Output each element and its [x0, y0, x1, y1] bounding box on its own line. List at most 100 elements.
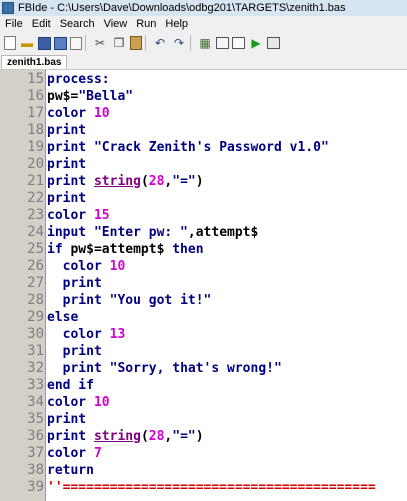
code-token: ) — [195, 174, 204, 189]
menu-file[interactable]: File — [0, 18, 27, 30]
menu-help[interactable]: Help — [160, 18, 192, 30]
toolbar: ▬ ✂ ❐ ↶ ↷ ▦ ▶ — [0, 32, 407, 55]
line-number: 22 — [27, 190, 44, 206]
line-number: 38 — [27, 462, 44, 478]
line-number: 35 — [27, 411, 44, 427]
code-text: print — [47, 275, 102, 292]
code-line: 39 ''====================================… — [0, 479, 407, 496]
menu-search[interactable]: Search — [55, 18, 99, 30]
code-line: 15 process: — [0, 71, 407, 88]
code-line: 18 print — [0, 122, 407, 139]
code-line: 24 input "Enter pw: ",attempt$ — [0, 224, 407, 241]
code-text: print — [47, 343, 102, 360]
code-line: 31 print — [0, 343, 407, 360]
undo-icon[interactable]: ↶ — [152, 35, 168, 51]
menu-run[interactable]: Run — [131, 18, 160, 30]
compile-run-icon[interactable] — [216, 37, 229, 49]
save-all-icon[interactable] — [54, 36, 67, 50]
quick-run-icon[interactable] — [267, 37, 280, 49]
code-line: 37 color 7 — [0, 445, 407, 462]
code-token: if — [47, 242, 71, 257]
line-number: 34 — [27, 394, 44, 410]
menu-bar: File Edit Search View Run Help — [0, 16, 407, 32]
code-token: print — [62, 293, 110, 308]
code-token: print — [47, 123, 87, 138]
code-token: ( — [140, 174, 149, 189]
code-token: print — [47, 429, 94, 444]
line-number: 18 — [27, 122, 44, 138]
code-token: color — [47, 106, 94, 121]
compile-icon[interactable]: ▦ — [197, 35, 213, 51]
new-file-icon[interactable] — [4, 36, 16, 50]
code-token: print — [47, 157, 87, 172]
paste-icon[interactable] — [130, 36, 142, 50]
line-number: 24 — [27, 224, 44, 240]
line-number: 33 — [27, 377, 44, 393]
code-token: "Enter pw: " — [93, 225, 188, 240]
code-line: 17 color 10 — [0, 105, 407, 122]
code-token: "Crack Zenith's Password v1.0" — [93, 140, 329, 155]
line-number: 26 — [27, 258, 44, 274]
code-text: if pw$=attempt$ then — [47, 241, 204, 258]
redo-icon[interactable]: ↷ — [171, 35, 187, 51]
code-token: then — [172, 242, 204, 257]
window-title: FBIde - C:\Users\Dave\Downloads\odbg201\… — [18, 2, 346, 14]
line-number: 19 — [27, 139, 44, 155]
code-line: 28 print "You got it!" — [0, 292, 407, 309]
code-token: 10 — [93, 106, 110, 121]
line-number: 30 — [27, 326, 44, 342]
cut-icon[interactable]: ✂ — [92, 35, 108, 51]
code-token: print — [62, 276, 102, 291]
code-line: 21 print string(28,"=") — [0, 173, 407, 190]
menu-edit[interactable]: Edit — [27, 18, 55, 30]
line-number: 32 — [27, 360, 44, 376]
line-number: 23 — [27, 207, 44, 223]
code-token: string — [93, 174, 141, 189]
code-text: print "Sorry, that's wrong!" — [47, 360, 282, 377]
toolbar-separator — [85, 35, 86, 51]
code-line: 38 return — [0, 462, 407, 479]
code-token: ) — [195, 429, 204, 444]
code-token: color — [47, 395, 94, 410]
code-token: end if — [47, 378, 94, 393]
code-text: else — [47, 309, 78, 326]
open-icon[interactable]: ▬ — [19, 35, 35, 51]
file-tab-strip: zenith1.bas — [0, 54, 407, 70]
line-number: 20 — [27, 156, 44, 172]
save-icon[interactable] — [38, 36, 51, 50]
code-line: 29 else — [0, 309, 407, 326]
line-number: 15 — [27, 71, 44, 87]
code-token: color — [47, 208, 94, 223]
code-line: 27 print — [0, 275, 407, 292]
code-token: ( — [140, 429, 149, 444]
code-editor[interactable]: 15 process: 16 pw$="Bella" 17 color 10 18 print… — [0, 69, 407, 501]
code-text: color 7 — [47, 445, 102, 462]
code-token: 28 — [148, 174, 165, 189]
code-text: return — [47, 462, 94, 479]
code-token: input — [47, 225, 94, 240]
close-file-icon[interactable] — [70, 36, 82, 50]
code-token: process: — [47, 72, 110, 87]
new-window-icon[interactable] — [232, 37, 245, 49]
line-number: 36 — [27, 428, 44, 444]
code-token: ,attempt$ — [187, 225, 259, 240]
line-number: 21 — [27, 173, 44, 189]
code-text: end if — [47, 377, 94, 394]
tab-zenith1[interactable]: zenith1.bas — [1, 55, 68, 70]
code-token: "Sorry, that's wrong!" — [109, 361, 282, 376]
menu-view[interactable]: View — [99, 18, 132, 30]
code-text: process: — [47, 71, 110, 88]
code-text: print — [47, 122, 86, 139]
copy-icon[interactable]: ❐ — [111, 35, 127, 51]
code-token: 15 — [93, 208, 110, 223]
code-line: 33 end if — [0, 377, 407, 394]
app-icon — [2, 2, 14, 14]
run-icon[interactable]: ▶ — [248, 35, 264, 51]
toolbar-separator — [145, 35, 146, 51]
code-token: "You got it!" — [109, 293, 212, 308]
code-token: "Bella" — [78, 89, 134, 104]
